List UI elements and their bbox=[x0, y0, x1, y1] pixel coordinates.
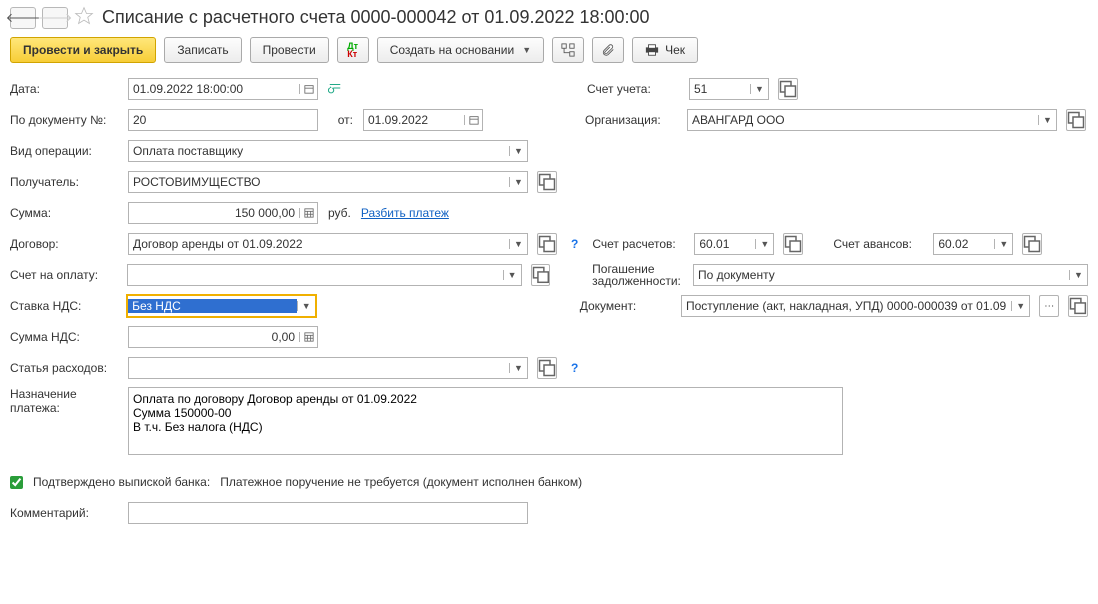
expense-open-button[interactable] bbox=[537, 357, 557, 379]
recipient-open-button[interactable] bbox=[537, 171, 557, 193]
account-label: Счет учета: bbox=[587, 82, 679, 96]
open-icon bbox=[784, 235, 802, 253]
org-input[interactable]: АВАНГАРД ООО ▼ bbox=[687, 109, 1057, 131]
chevron-down-icon[interactable]: ▼ bbox=[509, 363, 527, 373]
favorite-star-icon[interactable] bbox=[74, 6, 94, 29]
optype-input[interactable]: Оплата поставщику ▼ bbox=[128, 140, 528, 162]
tree-icon bbox=[561, 43, 575, 57]
org-open-button[interactable] bbox=[1066, 109, 1086, 131]
settleacc-label: Счет расчетов: bbox=[592, 237, 684, 251]
chevron-down-icon[interactable]: ▼ bbox=[509, 239, 527, 249]
chevron-down-icon[interactable]: ▼ bbox=[503, 270, 521, 280]
calculator-icon[interactable] bbox=[299, 208, 317, 218]
date-label: Дата: bbox=[10, 82, 118, 96]
open-icon bbox=[1023, 235, 1041, 253]
advanceacc-open-button[interactable] bbox=[1022, 233, 1042, 255]
document-label: Документ: bbox=[580, 299, 671, 313]
from-label: от: bbox=[328, 113, 353, 127]
date-input[interactable]: 01.09.2022 18:00:00 bbox=[128, 78, 318, 100]
advanceacc-label: Счет авансов: bbox=[833, 237, 923, 251]
amount-label: Сумма: bbox=[10, 206, 118, 220]
vatsum-input[interactable]: 0,00 bbox=[128, 326, 318, 348]
open-icon bbox=[538, 173, 556, 191]
comment-input[interactable] bbox=[128, 502, 528, 524]
post-and-close-button[interactable]: Провести и закрыть bbox=[10, 37, 156, 63]
contract-help-icon[interactable]: ? bbox=[567, 237, 582, 251]
nav-back-button[interactable]: 🡐 bbox=[10, 7, 36, 29]
contract-open-button[interactable] bbox=[537, 233, 557, 255]
printer-icon bbox=[645, 43, 659, 57]
calendar-icon[interactable] bbox=[464, 115, 482, 125]
dtkt-icon: ДтКт bbox=[347, 42, 358, 58]
open-icon bbox=[538, 235, 556, 253]
debt-input[interactable]: По документу ▼ bbox=[693, 264, 1088, 286]
attach-button[interactable] bbox=[592, 37, 624, 63]
advanceacc-input[interactable]: 60.02 ▼ bbox=[933, 233, 1013, 255]
vatrate-input[interactable]: Без НДС ▼ bbox=[127, 295, 316, 317]
vatrate-label: Ставка НДС: bbox=[10, 299, 117, 313]
split-payment-link[interactable]: Разбить платеж bbox=[361, 206, 449, 220]
expense-label: Статья расходов: bbox=[10, 361, 118, 375]
open-icon bbox=[538, 359, 556, 377]
document-input[interactable]: Поступление (акт, накладная, УПД) 0000-0… bbox=[681, 295, 1030, 317]
recipient-input[interactable]: РОСТОВИМУЩЕСТВО ▼ bbox=[128, 171, 528, 193]
rub-label: руб. bbox=[328, 206, 351, 220]
page-title: Списание с расчетного счета 0000-000042 … bbox=[102, 7, 1088, 28]
chevron-down-icon[interactable]: ▼ bbox=[1011, 301, 1029, 311]
invoice-label: Счет на оплату: bbox=[10, 268, 117, 282]
contract-input[interactable]: Договор аренды от 01.09.2022 ▼ bbox=[128, 233, 528, 255]
open-icon bbox=[1067, 111, 1085, 129]
document-more-button[interactable]: ⋯ bbox=[1039, 295, 1059, 317]
dtkt-button[interactable]: ДтКт bbox=[337, 37, 369, 63]
debt-label: Погашение задолженности: bbox=[592, 263, 683, 287]
chevron-down-icon[interactable]: ▼ bbox=[1069, 270, 1087, 280]
chevron-down-icon[interactable]: ▼ bbox=[297, 301, 315, 311]
purpose-textarea[interactable] bbox=[128, 387, 843, 455]
recipient-label: Получатель: bbox=[10, 175, 118, 189]
amount-input[interactable]: 150 000,00 bbox=[128, 202, 318, 224]
docno-input[interactable]: 20 bbox=[128, 109, 318, 131]
expense-help-icon[interactable]: ? bbox=[567, 361, 582, 375]
vatsum-label: Сумма НДС: bbox=[10, 330, 118, 344]
open-icon bbox=[1069, 297, 1087, 315]
chevron-down-icon: ▼ bbox=[522, 45, 531, 55]
create-based-on-button[interactable]: Создать на основании▼ bbox=[377, 37, 544, 63]
comment-label: Комментарий: bbox=[10, 506, 118, 520]
chevron-down-icon[interactable]: ▼ bbox=[509, 146, 527, 156]
cheque-button[interactable]: Чек bbox=[632, 37, 698, 63]
contract-label: Договор: bbox=[10, 237, 118, 251]
settleacc-open-button[interactable] bbox=[783, 233, 803, 255]
account-input[interactable]: 51 ▼ bbox=[689, 78, 769, 100]
nav-forward-button[interactable]: 🡒 bbox=[42, 7, 68, 29]
chevron-down-icon[interactable]: ▼ bbox=[509, 177, 527, 187]
save-button[interactable]: Записать bbox=[164, 37, 241, 63]
post-button[interactable]: Провести bbox=[250, 37, 329, 63]
open-icon bbox=[779, 80, 797, 98]
calculator-icon[interactable] bbox=[299, 332, 317, 342]
docno-label: По документу №: bbox=[10, 113, 118, 127]
confirmed-label: Подтверждено выпиской банка: bbox=[33, 475, 210, 489]
paperclip-icon bbox=[601, 43, 615, 57]
expense-input[interactable]: ▼ bbox=[128, 357, 528, 379]
refresh-date-icon[interactable] bbox=[328, 81, 342, 98]
confirmed-text: Платежное поручение не требуется (докуме… bbox=[220, 475, 582, 489]
org-label: Организация: bbox=[585, 113, 677, 127]
chevron-down-icon[interactable]: ▼ bbox=[1038, 115, 1056, 125]
chevron-down-icon[interactable]: ▼ bbox=[750, 84, 768, 94]
calendar-icon[interactable] bbox=[299, 84, 317, 94]
from-date-input[interactable]: 01.09.2022 bbox=[363, 109, 483, 131]
chevron-down-icon[interactable]: ▼ bbox=[755, 239, 773, 249]
invoice-input[interactable]: ▼ bbox=[127, 264, 522, 286]
account-open-button[interactable] bbox=[778, 78, 798, 100]
confirmed-checkbox[interactable] bbox=[10, 476, 23, 489]
optype-label: Вид операции: bbox=[10, 144, 118, 158]
chevron-down-icon[interactable]: ▼ bbox=[994, 239, 1012, 249]
open-icon bbox=[532, 266, 550, 284]
invoice-open-button[interactable] bbox=[531, 264, 551, 286]
structure-button[interactable] bbox=[552, 37, 584, 63]
document-open-button[interactable] bbox=[1068, 295, 1088, 317]
purpose-label: Назначение платежа: bbox=[10, 387, 118, 415]
settleacc-input[interactable]: 60.01 ▼ bbox=[694, 233, 774, 255]
